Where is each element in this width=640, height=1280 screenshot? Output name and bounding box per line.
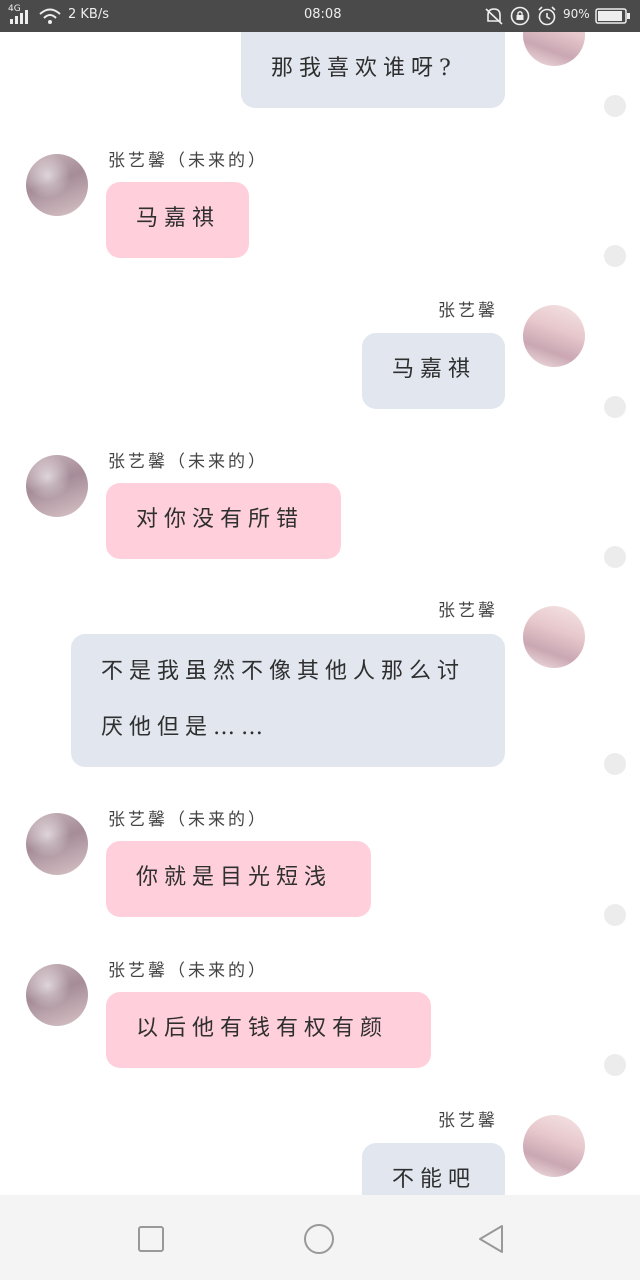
read-receipt-dot xyxy=(604,546,626,568)
clock: 08:08 xyxy=(304,7,342,22)
chat-area[interactable]: 那我喜欢谁呀? 张艺馨（未来的） 马嘉祺 张艺馨 马嘉祺 张艺馨（未来的） 对你… xyxy=(0,32,640,1195)
mute-bell-icon xyxy=(485,8,503,25)
read-receipt-dot xyxy=(604,1054,626,1076)
message-bubble[interactable]: 那我喜欢谁呀? xyxy=(241,32,505,108)
my-avatar[interactable] xyxy=(523,1115,585,1177)
message-bubble[interactable]: 马嘉祺 xyxy=(362,333,505,409)
my-avatar[interactable] xyxy=(523,606,585,668)
contact-name: 张艺馨（未来的） xyxy=(108,452,268,472)
my-name: 张艺馨 xyxy=(438,1111,498,1131)
status-bar: 4G 2 KB/s 08:08 90% xyxy=(0,0,640,32)
contact-avatar[interactable] xyxy=(26,154,88,216)
signal-icon xyxy=(10,10,28,24)
read-receipt-dot xyxy=(604,904,626,926)
message-bubble[interactable]: 以后他有钱有权有颜 xyxy=(106,992,431,1068)
read-receipt-dot xyxy=(604,245,626,267)
contact-name: 张艺馨（未来的） xyxy=(108,151,268,171)
alarm-icon xyxy=(538,6,556,26)
contact-name: 张艺馨（未来的） xyxy=(108,961,268,981)
message-bubble[interactable]: 不是我虽然不像其他人那么讨厌他但是…… xyxy=(71,634,505,767)
read-receipt-dot xyxy=(604,753,626,775)
home-icon[interactable] xyxy=(302,1222,336,1256)
message-bubble[interactable]: 对你没有所错 xyxy=(106,483,341,559)
back-icon[interactable] xyxy=(474,1222,508,1256)
recent-apps-icon[interactable] xyxy=(134,1222,168,1256)
contact-name: 张艺馨（未来的） xyxy=(108,810,268,830)
wifi-icon xyxy=(39,8,61,24)
navigation-bar xyxy=(0,1195,640,1280)
battery-icon xyxy=(595,8,630,24)
read-receipt-dot xyxy=(604,396,626,418)
lock-rotation-icon xyxy=(510,6,530,26)
my-avatar[interactable] xyxy=(523,32,585,66)
read-receipt-dot xyxy=(604,95,626,117)
contact-avatar[interactable] xyxy=(26,813,88,875)
contact-avatar[interactable] xyxy=(26,455,88,517)
message-bubble[interactable]: 你就是目光短浅 xyxy=(106,841,371,917)
battery-percent: 90% xyxy=(563,7,590,21)
my-name: 张艺馨 xyxy=(438,601,498,621)
my-name: 张艺馨 xyxy=(438,301,498,321)
contact-avatar[interactable] xyxy=(26,964,88,1026)
message-bubble[interactable]: 马嘉祺 xyxy=(106,182,249,258)
message-bubble[interactable]: 不能吧 xyxy=(362,1143,505,1195)
network-speed: 2 KB/s xyxy=(68,7,109,22)
my-avatar[interactable] xyxy=(523,305,585,367)
